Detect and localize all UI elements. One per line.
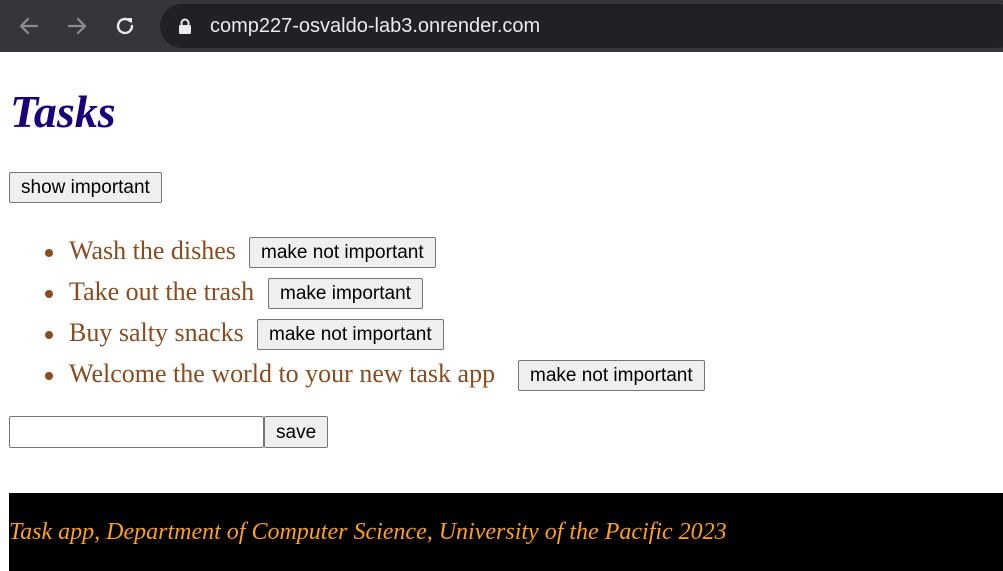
bullet-icon [45,290,53,298]
task-text: Wash the dishes [69,236,236,265]
footer: Task app, Department of Computer Science… [9,493,1003,571]
bullet-icon [45,372,53,380]
reload-icon [116,17,134,35]
toggle-importance-button[interactable]: make not important [518,360,705,391]
show-important-button[interactable]: show important [9,172,162,203]
address-bar[interactable]: comp227-osvaldo-lab3.onrender.com [160,4,1003,48]
task-text: Take out the trash [69,277,255,306]
lock-icon [179,18,191,34]
bullet-icon [45,249,53,257]
bullet-icon [45,331,53,339]
save-button[interactable]: save [264,416,329,448]
forward-button[interactable] [61,10,93,42]
back-button[interactable] [13,10,45,42]
toggle-importance-button[interactable]: make not important [249,237,436,268]
task-text: Buy salty snacks [69,318,244,347]
page-title: Tasks [10,86,116,137]
new-task-input[interactable] [9,416,264,448]
toggle-importance-button[interactable]: make important [268,278,423,309]
forward-arrow-icon [67,17,87,35]
browser-toolbar: comp227-osvaldo-lab3.onrender.com [0,0,1003,52]
task-text: Welcome the world to your new task app [69,359,496,388]
page-content: Tasks show important Wash the dishes mak… [0,52,1003,571]
footer-text: Task app, Department of Computer Science… [9,519,727,545]
reload-button[interactable] [109,10,141,42]
back-arrow-icon [19,17,39,35]
toggle-importance-button[interactable]: make not important [257,319,444,350]
url-text: comp227-osvaldo-lab3.onrender.com [210,15,541,37]
